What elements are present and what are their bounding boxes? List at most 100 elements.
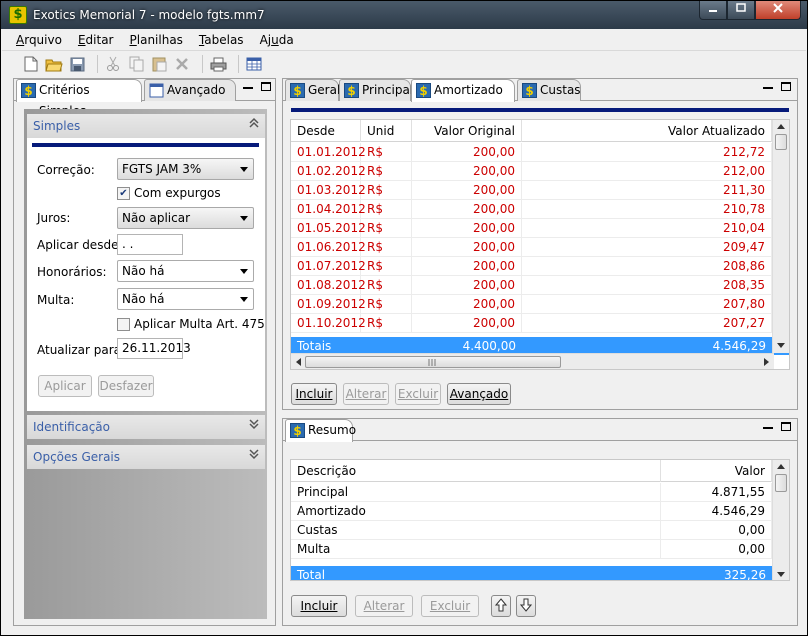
- panel-maximize-icon[interactable]: [261, 82, 271, 91]
- maximize-icon[interactable]: [727, 1, 755, 20]
- column-header-valor-original[interactable]: Valor Original: [412, 120, 522, 142]
- menu-ajuda[interactable]: Ajuda: [252, 33, 302, 47]
- juros-label: Juros:: [37, 211, 71, 225]
- tab-geral[interactable]: $ Geral: [285, 79, 340, 101]
- cut-icon[interactable]: [104, 55, 122, 73]
- aplicar-desde-input[interactable]: . .: [117, 234, 183, 255]
- table-row[interactable]: 01.03.2012 R$ 200,00 211,30: [291, 181, 789, 200]
- table-row[interactable]: 01.05.2012 R$ 200,00 210,04: [291, 219, 789, 238]
- resumo-incluir-button[interactable]: Incluir: [291, 595, 347, 617]
- open-folder-icon[interactable]: [45, 55, 63, 73]
- aplicar-button[interactable]: Aplicar: [38, 375, 92, 397]
- alterar-button[interactable]: Alterar: [343, 383, 389, 405]
- cell-desde: 01.09.2012: [291, 295, 366, 314]
- table-row[interactable]: Principal 4.871,55: [291, 483, 789, 502]
- tab-criterios-simples[interactable]: $ Critérios Simples: [16, 79, 142, 118]
- menu-editar[interactable]: Editar: [70, 33, 122, 47]
- panel-minimize-icon[interactable]: [763, 87, 773, 89]
- table-row[interactable]: Custas 0,00: [291, 521, 789, 540]
- section-opcoes-gerais-header[interactable]: Opções Gerais: [27, 445, 265, 469]
- excluir-button[interactable]: Excluir: [395, 383, 441, 405]
- cell-valor-atualizado: 210,78: [522, 200, 772, 219]
- panel-maximize-icon[interactable]: [781, 82, 791, 91]
- section-simples-header[interactable]: Simples: [27, 114, 265, 138]
- arrow-down-icon: [519, 598, 533, 612]
- move-up-button[interactable]: [491, 595, 511, 617]
- cell-desde: 01.10.2012: [291, 314, 366, 333]
- column-header-unid[interactable]: Unid: [361, 120, 412, 142]
- scroll-thumb[interactable]: [775, 134, 787, 150]
- scroll-up-icon[interactable]: [777, 124, 785, 129]
- table-row[interactable]: 01.10.2012 R$ 200,00 207,27: [291, 314, 789, 333]
- horizontal-scrollbar[interactable]: [291, 353, 774, 369]
- resumo-excluir-button[interactable]: Excluir: [421, 595, 479, 617]
- cell-desde: 01.04.2012: [291, 200, 366, 219]
- table-row[interactable]: 01.06.2012 R$ 200,00 209,47: [291, 238, 789, 257]
- scroll-down-icon[interactable]: [777, 343, 785, 348]
- table-row[interactable]: 01.04.2012 R$ 200,00 210,78: [291, 200, 789, 219]
- column-header-valor[interactable]: Valor: [661, 460, 772, 482]
- panel-minimize-icon[interactable]: [763, 427, 773, 429]
- correcao-select[interactable]: FGTS JAM 3%: [117, 158, 254, 180]
- incluir-button[interactable]: Incluir: [291, 383, 337, 405]
- tab-custas[interactable]: $ Custas: [517, 79, 581, 101]
- tab-principal[interactable]: $ Principal: [339, 79, 413, 101]
- cell-unid: R$: [361, 238, 412, 257]
- aplicar-multa-checkbox[interactable]: Aplicar Multa Art. 475: [117, 317, 265, 331]
- avancado-button[interactable]: Avançado: [447, 383, 511, 405]
- atualizar-input[interactable]: 26.11.2013: [117, 338, 191, 359]
- scroll-right-icon[interactable]: [764, 358, 769, 366]
- total-row[interactable]: Total 325,26: [291, 566, 789, 580]
- minimize-icon[interactable]: [699, 1, 727, 20]
- new-file-icon[interactable]: [22, 55, 40, 73]
- svg-text:$: $: [293, 424, 301, 438]
- scroll-thumb[interactable]: [775, 474, 787, 492]
- multa-select[interactable]: Não há: [117, 288, 254, 310]
- scroll-up-icon[interactable]: [777, 464, 785, 469]
- column-header-descricao[interactable]: Descrição: [291, 460, 661, 482]
- menu-arquivo[interactable]: Arquivo: [8, 33, 70, 47]
- menu-tabelas[interactable]: Tabelas: [191, 33, 252, 47]
- accent-bar: [291, 108, 789, 112]
- table-row[interactable]: 01.02.2012 R$ 200,00 212,00: [291, 162, 789, 181]
- print-icon[interactable]: [209, 55, 227, 73]
- table-row[interactable]: 01.01.2012 R$ 200,00 212,72: [291, 143, 789, 162]
- save-icon[interactable]: [68, 55, 86, 73]
- table-row[interactable]: Amortizado 4.546,29: [291, 502, 789, 521]
- table-row[interactable]: 01.07.2012 R$ 200,00 208,86: [291, 257, 789, 276]
- juros-select[interactable]: Não aplicar: [117, 207, 254, 229]
- cell-valor-original: 200,00: [412, 295, 522, 314]
- table-row[interactable]: 01.08.2012 R$ 200,00 208,35: [291, 276, 789, 295]
- tab-resumo[interactable]: $ Resumo: [285, 419, 356, 442]
- com-expurgos-checkbox[interactable]: ✔ Com expurgos: [117, 186, 221, 200]
- scroll-down-icon[interactable]: [777, 572, 785, 577]
- copy-icon[interactable]: [127, 55, 145, 73]
- panel-maximize-icon[interactable]: [781, 422, 791, 431]
- vertical-scrollbar[interactable]: [772, 120, 789, 353]
- close-icon[interactable]: [755, 1, 801, 20]
- scroll-thumb[interactable]: [305, 356, 561, 368]
- delete-icon[interactable]: [173, 55, 191, 73]
- tab-amortizado[interactable]: $ Amortizado: [411, 79, 515, 102]
- tab-avancado[interactable]: Avançado: [144, 79, 236, 101]
- column-header-valor-atualizado[interactable]: Valor Atualizado: [522, 120, 772, 142]
- desfazer-button[interactable]: Desfazer: [98, 375, 154, 397]
- correcao-label: Correção:: [37, 163, 95, 177]
- vertical-scrollbar[interactable]: [772, 460, 789, 580]
- panel-minimize-icon[interactable]: [243, 87, 253, 89]
- table-row[interactable]: 01.09.2012 R$ 200,00 207,80: [291, 295, 789, 314]
- paste-icon[interactable]: [150, 55, 168, 73]
- cell-unid: R$: [361, 219, 412, 238]
- menu-planilhas[interactable]: Planilhas: [122, 33, 191, 47]
- section-identificacao-header[interactable]: Identificação: [27, 415, 265, 439]
- honorarios-select[interactable]: Não há: [117, 260, 254, 282]
- table-icon[interactable]: [245, 55, 263, 73]
- resumo-alterar-button[interactable]: Alterar: [355, 595, 413, 617]
- cell-desde: 01.08.2012: [291, 276, 366, 295]
- scroll-left-icon[interactable]: [296, 358, 301, 366]
- table-row[interactable]: Multa 0,00: [291, 540, 789, 559]
- svg-text:$: $: [419, 84, 427, 98]
- column-header-desde[interactable]: Desde: [291, 120, 361, 142]
- move-down-button[interactable]: [516, 595, 536, 617]
- table-header: Desde Unid Valor Original Valor Atualiza…: [291, 120, 789, 142]
